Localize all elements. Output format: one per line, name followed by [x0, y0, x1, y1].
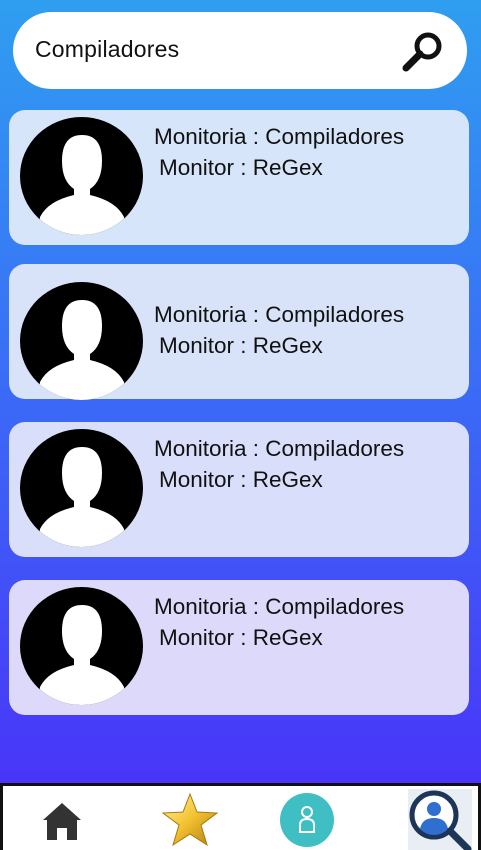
user-avatar-icon — [20, 117, 143, 235]
user-search-icon[interactable] — [408, 789, 472, 850]
monitoria-card[interactable]: Monitoria : Compiladores Monitor : ReGex — [9, 110, 469, 245]
person-icon[interactable] — [279, 792, 335, 848]
star-icon[interactable] — [161, 792, 219, 848]
monitor-label: Monitor : ReGex — [159, 155, 323, 180]
search-icon[interactable] — [401, 30, 445, 74]
monitor-label: Monitor : ReGex — [159, 625, 323, 650]
bottom-nav — [0, 783, 481, 850]
monitoria-label: Monitoria : Compiladores — [154, 124, 405, 149]
user-avatar-icon — [20, 282, 143, 400]
user-avatar-icon — [20, 429, 143, 547]
home-icon[interactable] — [41, 800, 83, 842]
monitoria-label: Monitoria : Compiladores — [154, 594, 405, 619]
monitor-label: Monitor : ReGex — [159, 333, 323, 358]
monitoria-card[interactable]: Monitoria : Compiladores Monitor : ReGex — [9, 580, 469, 715]
monitoria-card[interactable]: Monitoria : Compiladores Monitor : ReGex — [9, 264, 469, 400]
user-avatar-icon — [20, 587, 143, 705]
search-bar[interactable]: Compiladores — [13, 12, 467, 89]
monitoria-card[interactable]: Monitoria : Compiladores Monitor : ReGex — [9, 422, 469, 557]
monitoria-label: Monitoria : Compiladores — [154, 436, 405, 461]
search-input[interactable]: Compiladores — [35, 36, 179, 63]
monitoria-label: Monitoria : Compiladores — [154, 302, 405, 327]
monitor-label: Monitor : ReGex — [159, 467, 323, 492]
